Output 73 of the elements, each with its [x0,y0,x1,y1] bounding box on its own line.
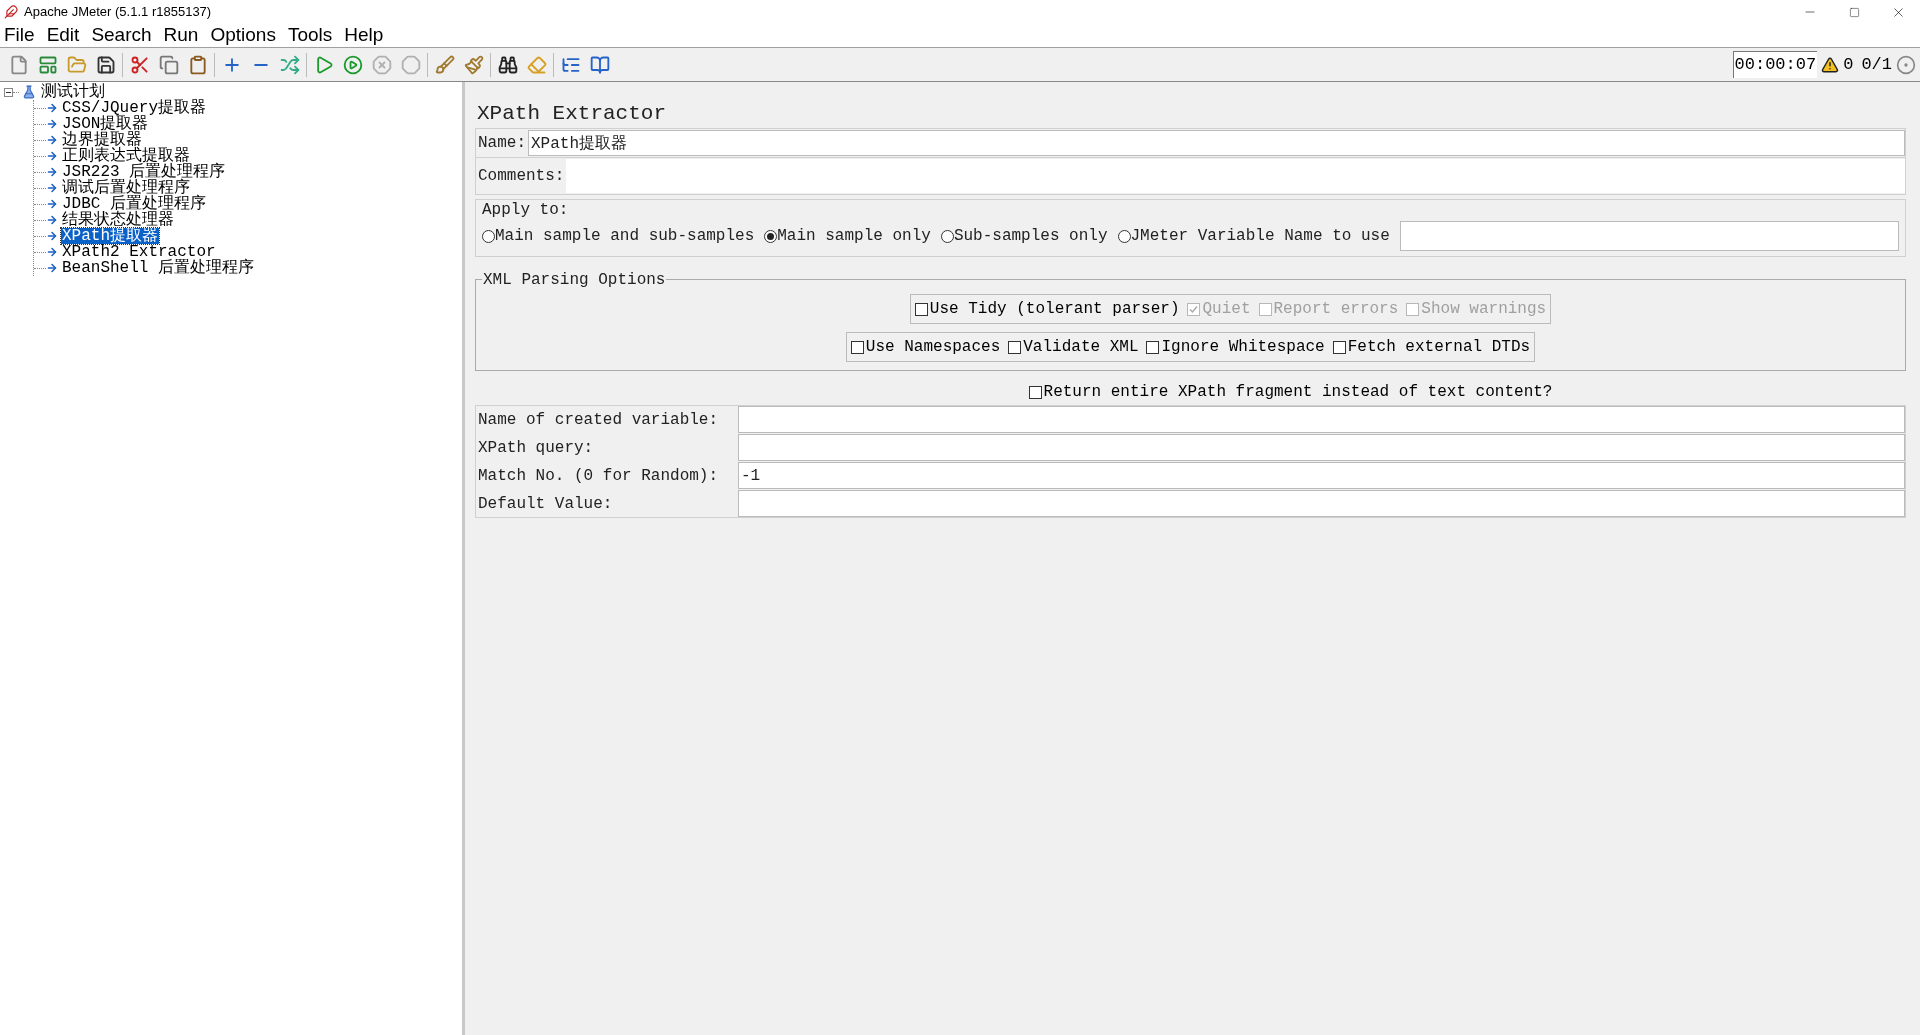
radio-label: Main sample only [777,226,931,247]
tree-item[interactable]: 正则表达式提取器 [61,148,191,164]
status-indicator-icon [1896,54,1916,75]
restore-icon[interactable] [1848,6,1860,18]
checkbox-label: Validate XML [1023,337,1139,358]
checkbox-label: Fetch external DTDs [1347,337,1531,358]
panel-title: XPath Extractor [477,101,668,124]
radio-button[interactable] [940,229,954,243]
menu-item[interactable]: Run [163,21,199,50]
tree-item[interactable]: XPath2 Extractor [61,244,217,260]
test-plan-icon [22,85,36,99]
field-label: XPath query: [477,437,595,459]
element-arrow-icon [46,166,58,178]
elapsed-timer: 00:00:07 [1732,51,1818,78]
checkbox[interactable] [1332,340,1346,354]
field-label: Default Value: [477,493,614,515]
checkbox[interactable] [1008,340,1022,354]
radio-label: JMeter Variable Name to use [1130,226,1390,247]
element-arrow-icon [46,150,58,162]
checkbox-label: Return entire XPath fragment instead of text content? [1043,382,1553,403]
input-field[interactable] [738,406,1905,433]
warning-count: 0 [1843,53,1854,76]
tree-item[interactable]: JSR223 后置处理程序 [61,164,227,180]
checkbox-label: Report errors [1273,299,1399,320]
checkbox[interactable] [914,302,928,316]
menu-item[interactable]: Options [210,21,276,50]
menu-item[interactable]: Help [344,21,384,50]
menu-item[interactable]: Tools [287,21,333,50]
window-title: Apache JMeter (5.1.1 r1855137) [24,3,212,22]
radio-button[interactable] [1117,229,1131,243]
name-label: Name: [477,133,527,154]
element-arrow-icon [46,246,58,258]
warning-icon[interactable] [1821,55,1840,74]
group-legend: Apply to: [482,200,1899,220]
radio-label: Sub-samples only [953,226,1108,247]
menu-item[interactable]: Search [91,21,152,50]
element-arrow-icon [46,262,58,274]
checkbox-label: Quiet [1202,299,1251,320]
element-arrow-icon [46,198,58,210]
input-field[interactable]: -1 [738,462,1905,489]
checkbox-label: Show warnings [1421,299,1547,320]
tree-item[interactable]: JSON提取器 [61,116,150,132]
checkbox-label: Use Tidy (tolerant parser) [929,299,1180,320]
thread-count: 0/1 [1861,53,1892,76]
radio-button[interactable] [764,229,778,243]
element-arrow-icon [46,182,58,194]
tree-item[interactable]: 边界提取器 [61,132,143,148]
field-label: Match No. (0 for Random): [477,465,720,487]
checkbox[interactable] [1146,340,1160,354]
checkbox-label: Ignore Whitespace [1161,337,1325,358]
checkbox[interactable] [1028,385,1042,399]
input-field[interactable] [738,434,1905,461]
checkbox-label: Use Namespaces [865,337,1001,358]
comments-label: Comments: [477,166,566,187]
tree-item[interactable]: BeanShell 后置处理程序 [61,260,255,276]
element-arrow-icon [46,102,58,114]
element-arrow-icon [46,118,58,130]
collapse-toggle[interactable] [4,87,13,97]
name-field[interactable]: XPath提取器 [528,130,1905,156]
app-feather-icon [4,5,18,19]
tree-item[interactable]: CSS/JQuery提取器 [61,100,207,116]
variable-name-field[interactable] [1399,221,1899,251]
checkbox[interactable] [850,340,864,354]
comments-field[interactable] [566,159,1905,193]
field-label: Name of created variable: [477,409,720,431]
radio-button[interactable] [482,229,495,243]
input-field[interactable] [738,490,1905,517]
menu-item[interactable]: File [4,21,35,50]
element-arrow-icon [46,230,58,242]
radio-label: Main sample and sub-samples [495,226,755,247]
element-arrow-icon [46,134,58,146]
menu-item[interactable]: Edit [46,21,80,50]
element-arrow-icon [46,214,58,226]
